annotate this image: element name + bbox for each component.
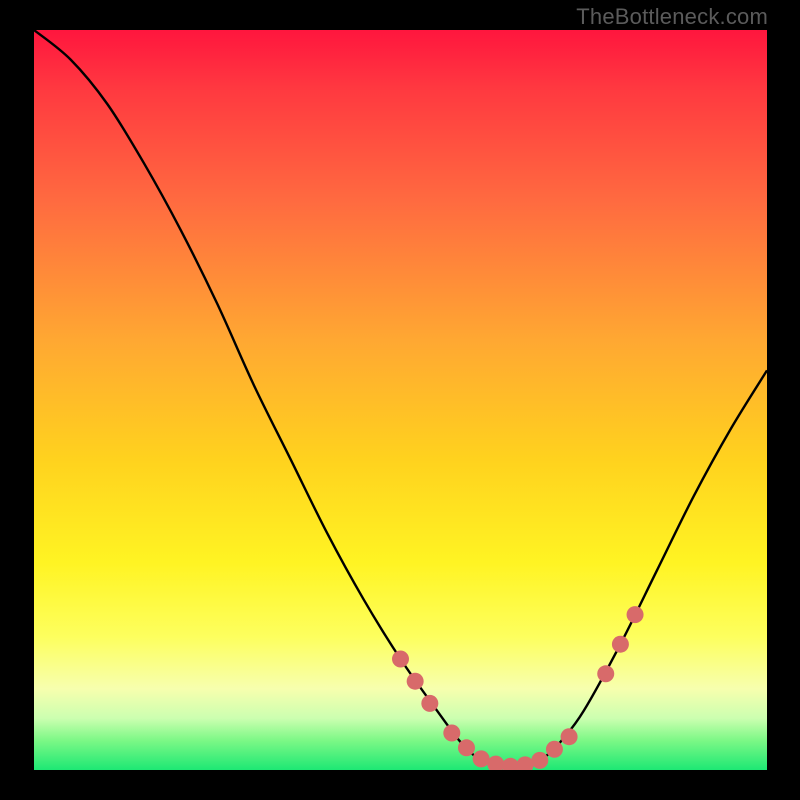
threshold-dot [487, 756, 504, 770]
threshold-dot [597, 665, 614, 682]
threshold-dot [421, 695, 438, 712]
threshold-dot [627, 606, 644, 623]
threshold-dot [561, 728, 578, 745]
chart-plot-area [34, 30, 767, 770]
threshold-dot [546, 741, 563, 758]
threshold-dot [531, 752, 548, 769]
threshold-dot [473, 750, 490, 767]
chart-svg [34, 30, 767, 770]
threshold-dot [502, 758, 519, 770]
threshold-dot [443, 725, 460, 742]
threshold-dot [458, 739, 475, 756]
threshold-dot [517, 756, 534, 770]
threshold-markers [392, 606, 644, 770]
threshold-dot [407, 673, 424, 690]
watermark-text: TheBottleneck.com [576, 4, 768, 30]
threshold-dot [612, 636, 629, 653]
chart-frame: TheBottleneck.com [0, 0, 800, 800]
threshold-dot [392, 651, 409, 668]
